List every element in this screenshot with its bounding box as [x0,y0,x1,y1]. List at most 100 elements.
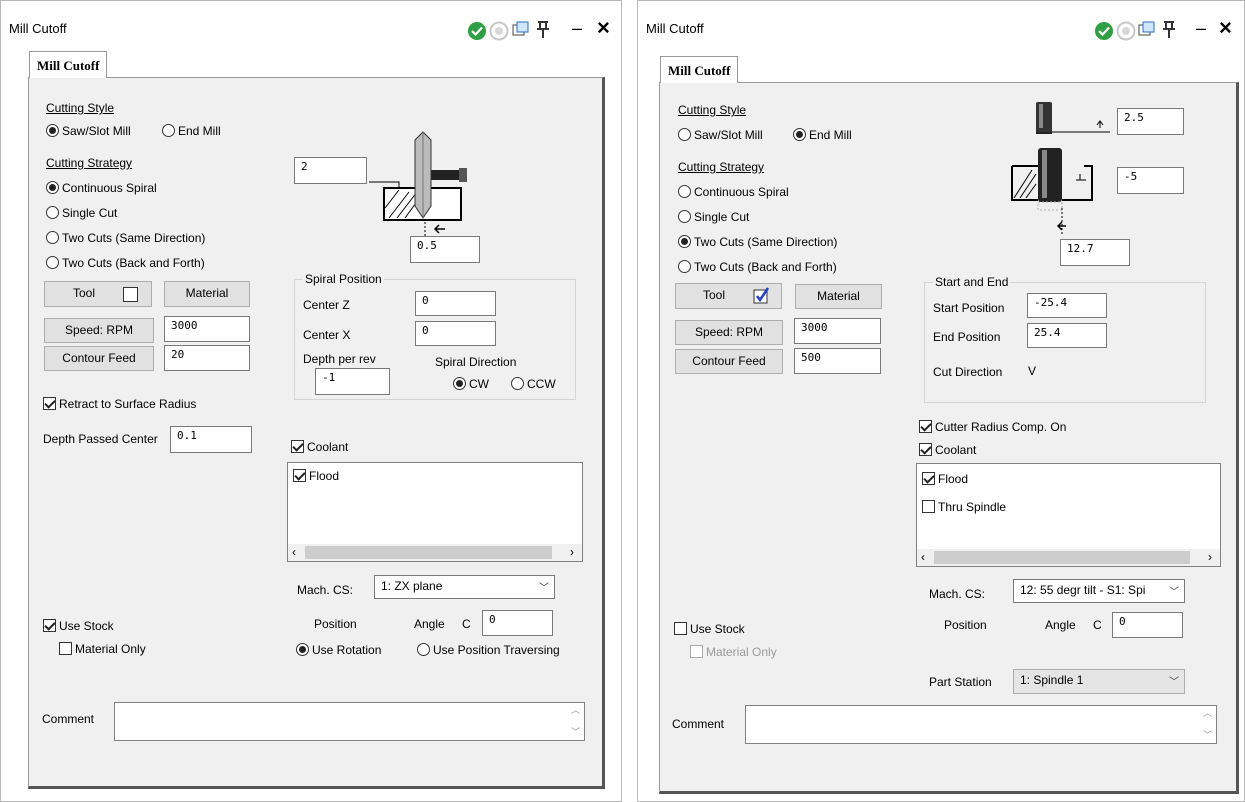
depth-per-rev-input[interactable]: -1 [315,368,390,395]
scroll-down-icon[interactable]: ﹀ [571,725,580,738]
radio-use-position-traversing[interactable]: Use Position Traversing [417,643,560,657]
radio-use-rotation[interactable]: Use Rotation [296,643,381,657]
radio-continuous-spiral[interactable]: Continuous Spiral [46,181,157,195]
radio-two-cuts-back[interactable]: Two Cuts (Back and Forth) [678,260,837,274]
ok-icon[interactable] [1094,21,1114,41]
tool-button[interactable]: Tool [44,281,152,307]
diag-c-input[interactable]: 12.7 [1060,239,1130,266]
mach-cs-select[interactable]: 1: ZX plane ﹀ [374,575,555,599]
mach-cs-label: Mach. CS: [297,583,354,597]
material-only-checkbox[interactable]: Material Only [59,642,146,656]
radio-saw-slot-mill[interactable]: Saw/Slot Mill [46,124,131,138]
angle-input[interactable]: 0 [1112,612,1183,638]
center-x-input[interactable]: 0 [415,321,496,346]
material-button[interactable]: Material [795,284,882,309]
mach-cs-select[interactable]: 12: 55 degr tilt - S1: Spi ﹀ [1013,579,1185,603]
scroll-left-icon[interactable]: ‹ [921,550,925,564]
scroll-left-icon[interactable]: ‹ [292,545,296,559]
close-icon[interactable]: × [1219,15,1232,41]
thru-spindle-checkbox[interactable]: Thru Spindle [922,500,1006,514]
contour-feed-input[interactable]: 500 [794,348,881,374]
radio-end-mill[interactable]: End Mill [793,128,852,142]
radio-cw[interactable]: CW [453,377,489,391]
chevron-down-icon: ﹀ [539,583,549,594]
comment-input[interactable]: ︿ ﹀ [114,702,585,741]
speed-rpm-input[interactable]: 3000 [164,316,250,342]
scroll-down-icon[interactable]: ﹀ [1203,728,1212,741]
radio-two-cuts-back[interactable]: Two Cuts (Back and Forth) [46,256,205,270]
flood-checkbox[interactable]: Flood [922,472,968,486]
contour-feed-button[interactable]: Contour Feed [44,346,154,371]
apply-icon[interactable] [1116,21,1136,41]
diag-top-input[interactable]: 2 [294,157,367,184]
end-position-input[interactable]: 25.4 [1027,323,1107,348]
radio-two-cuts-same[interactable]: Two Cuts (Same Direction) [678,235,837,249]
flood-checkbox[interactable]: Flood [293,469,339,483]
cutting-style-label: Cutting Style [678,103,747,117]
diag-a-input[interactable]: 2.5 [1117,108,1184,135]
tool-checkbox[interactable] [753,287,771,305]
material-only-checkbox: Material Only [690,645,777,659]
radio-continuous-spiral[interactable]: Continuous Spiral [678,185,789,199]
radio-single-cut[interactable]: Single Cut [678,210,749,224]
center-x-label: Center X [303,328,351,342]
coolant-list: Flood Thru Spindle ‹ › [916,463,1221,567]
contour-feed-button[interactable]: Contour Feed [675,349,783,374]
coolant-hscroll[interactable]: ‹ › [917,549,1220,566]
coolant-hscroll[interactable]: ‹ › [288,544,582,561]
start-position-input[interactable]: -25.4 [1027,293,1107,318]
apply-icon[interactable] [489,21,509,41]
angle-input[interactable]: 0 [482,610,553,636]
radio-saw-slot-mill[interactable]: Saw/Slot Mill [678,128,763,142]
contour-feed-input[interactable]: 20 [164,345,250,371]
pin-icon[interactable] [1161,21,1177,39]
angle-label: Angle [414,617,445,631]
close-icon[interactable]: × [597,15,610,41]
center-z-input[interactable]: 0 [415,291,496,316]
depth-passed-input[interactable]: 0.1 [170,426,252,453]
minimize-icon[interactable]: – [1196,18,1206,39]
comment-input[interactable]: ︿ ﹀ [745,705,1217,744]
comment-vscroll[interactable]: ︿ ﹀ [1199,706,1216,743]
cutter-comp-checkbox[interactable]: Cutter Radius Comp. On [919,420,1066,434]
radio-ccw[interactable]: CCW [511,377,556,391]
tool-button[interactable]: Tool [675,283,782,309]
diag-bottom-input[interactable]: 0.5 [410,236,480,263]
minimize-icon[interactable]: – [572,18,582,39]
speed-rpm-button[interactable]: Speed: RPM [675,320,783,345]
coolant-checkbox[interactable]: Coolant [919,443,976,457]
end-position-label: End Position [933,330,1001,344]
tab-mill-cutoff[interactable]: Mill Cutoff [660,56,739,83]
pin-icon[interactable] [535,21,551,39]
scroll-thumb[interactable] [934,551,1190,564]
speed-rpm-button[interactable]: Speed: RPM [44,318,154,343]
scroll-up-icon[interactable]: ︿ [571,703,580,716]
retract-checkbox[interactable]: Retract to Surface Radius [43,397,196,411]
right-titlebar: Mill Cutoff – × [638,1,1244,47]
start-position-label: Start Position [933,301,1005,315]
scroll-thumb[interactable] [305,546,552,559]
material-button[interactable]: Material [164,281,250,307]
coolant-checkbox[interactable]: Coolant [291,440,348,454]
speed-rpm-input[interactable]: 3000 [794,318,881,344]
tool-checkbox[interactable] [123,287,138,302]
radio-end-mill[interactable]: End Mill [162,124,221,138]
part-station-select[interactable]: 1: Spindle 1 ﹀ [1013,669,1185,694]
radio-single-cut[interactable]: Single Cut [46,206,117,220]
use-stock-checkbox[interactable]: Use Stock [43,619,114,633]
end-mill-diagram [1011,102,1110,236]
restore-icon[interactable] [1138,21,1156,39]
comment-vscroll[interactable]: ︿ ﹀ [567,703,584,740]
radio-two-cuts-same[interactable]: Two Cuts (Same Direction) [46,231,205,245]
window-title: Mill Cutoff [646,21,704,36]
coolant-list: Flood ‹ › [287,462,583,562]
comment-label: Comment [42,712,95,726]
scroll-up-icon[interactable]: ︿ [1203,706,1212,719]
tab-mill-cutoff[interactable]: Mill Cutoff [29,51,108,78]
restore-icon[interactable] [512,21,530,39]
diag-b-input[interactable]: -5 [1117,167,1184,194]
scroll-right-icon[interactable]: › [1208,550,1212,564]
scroll-right-icon[interactable]: › [570,545,574,559]
ok-icon[interactable] [467,21,487,41]
use-stock-checkbox[interactable]: Use Stock [674,622,745,636]
